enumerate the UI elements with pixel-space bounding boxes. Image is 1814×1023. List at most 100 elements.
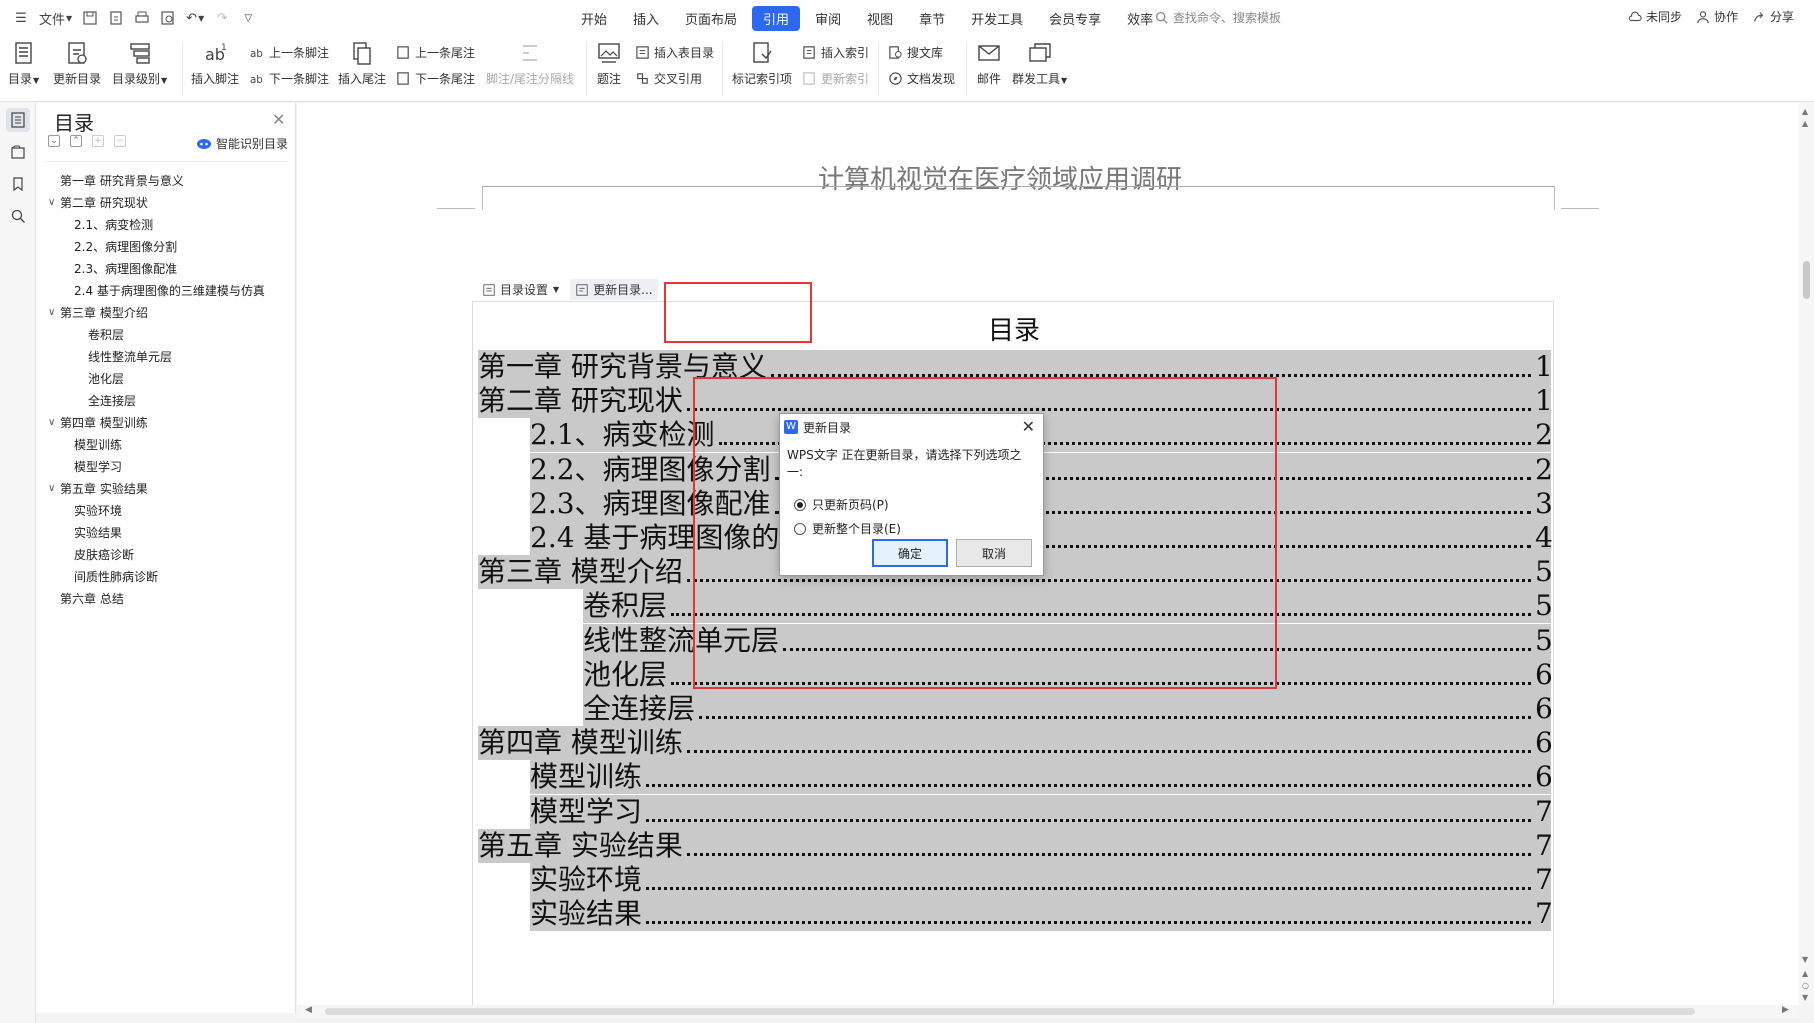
export-pdf-icon[interactable] <box>105 6 127 30</box>
toc-tree-item[interactable]: 皮肤癌诊断 <box>36 543 296 565</box>
chevron-down-icon[interactable]: ∨ <box>48 307 60 318</box>
separator-line-button[interactable]: 脚注/尾注分隔线 <box>486 36 574 87</box>
tab-0[interactable]: 开始 <box>570 6 618 31</box>
doc-discover-button[interactable]: 文档发现 <box>888 70 955 87</box>
tab-1[interactable]: 插入 <box>622 6 670 31</box>
toc-level-button[interactable]: 目录级别▼ <box>112 36 167 87</box>
toc-tree-item[interactable]: 2.4 基于病理图像的三维建模与仿真 <box>36 279 296 301</box>
print-preview-icon[interactable] <box>157 6 179 30</box>
tab-7[interactable]: 开发工具 <box>960 6 1034 31</box>
prev-endnote-button[interactable]: 上一条尾注 <box>396 44 475 61</box>
mark-index-button[interactable]: 标记索引项 <box>732 36 792 87</box>
toc-tree-item[interactable]: 模型训练 <box>36 433 296 455</box>
next-endnote-button[interactable]: 下一条尾注 <box>396 70 475 87</box>
undo-icon[interactable]: ↶ ▼ <box>183 6 207 30</box>
update-index-button[interactable]: 更新索引 <box>802 70 869 87</box>
mail-button[interactable]: 邮件 <box>976 36 1002 87</box>
tab-8[interactable]: 会员专享 <box>1038 6 1112 31</box>
toc-tree-item[interactable]: ∨ 第二章 研究现状 <box>36 191 296 213</box>
scroll-left-icon[interactable]: ◀ <box>305 1005 312 1015</box>
toc-tree-item[interactable]: ∨ 第五章 实验结果 <box>36 477 296 499</box>
toc-entry[interactable]: 实验结果 7 <box>478 897 1553 932</box>
cross-reference-button[interactable]: 交叉引用 <box>635 70 702 87</box>
command-search[interactable]: 查找命令、搜索模板 <box>1155 9 1281 26</box>
chevron-down-icon[interactable]: ∨ <box>48 417 60 428</box>
select-browse-icon[interactable]: ○ <box>1802 981 1809 990</box>
redo-icon[interactable]: ↷ <box>211 6 233 30</box>
insert-index-button[interactable]: 插入索引 <box>802 44 869 61</box>
vertical-scrollbar[interactable]: ▲ ▲ ▼ ▲ ○ ▼ <box>1799 103 1814 1005</box>
caption-button[interactable]: 题注 <box>596 36 622 87</box>
scroll-up-icon[interactable]: ▲ <box>1802 107 1808 116</box>
toc-tree-item[interactable]: 全连接层 <box>36 389 296 411</box>
prev-page-icon[interactable]: ▲ <box>1802 969 1808 978</box>
toc-tree-item[interactable]: 第六章 总结 <box>36 587 296 609</box>
toc-tree-item[interactable]: 2.2、病理图像分割 <box>36 235 296 257</box>
search-library-button[interactable]: 搜文库 <box>888 44 943 61</box>
chapter-nav-icon[interactable] <box>6 140 30 164</box>
scroll-down-icon[interactable]: ▼ <box>1802 955 1808 964</box>
toc-tree-item[interactable]: 2.3、病理图像配准 <box>36 257 296 279</box>
close-icon[interactable]: ✕ <box>272 110 285 129</box>
toc-tree-item[interactable]: 2.1、病变检测 <box>36 213 296 235</box>
toc-nav-icon[interactable] <box>6 108 30 132</box>
toc-tree-item[interactable]: 模型学习 <box>36 455 296 477</box>
remove-heading-icon[interactable]: − <box>114 135 126 147</box>
hamburger-menu-icon[interactable]: ☰ <box>10 6 32 30</box>
tab-3[interactable]: 引用 <box>752 5 801 31</box>
mass-tools-button[interactable]: 群发工具▼ <box>1012 36 1067 87</box>
collapse-all-icon[interactable]: ⌄ <box>48 135 60 147</box>
cancel-button[interactable]: 取消 <box>956 539 1032 567</box>
file-menu[interactable]: 文件 ▼ <box>36 6 75 30</box>
vertical-scroll-thumb[interactable] <box>1803 261 1810 299</box>
customize-toolbar-icon[interactable]: ▽ <box>237 6 259 30</box>
smart-toc-button[interactable]: 智能识别目录 <box>196 135 288 152</box>
insert-footnote-button[interactable]: ab 1 插入脚注 <box>191 36 239 87</box>
toc-entry[interactable]: 实验环境 7 <box>478 863 1553 897</box>
tab-5[interactable]: 视图 <box>856 6 904 31</box>
next-footnote-button[interactable]: ab 下一条脚注 <box>250 70 329 87</box>
toc-entry[interactable]: 模型学习 7 <box>478 794 1553 829</box>
radio-update-all[interactable]: 更新整个目录(E) <box>794 520 901 537</box>
chevron-down-icon[interactable]: ∨ <box>48 197 60 208</box>
insert-endnote-button[interactable]: 插入尾注 <box>338 36 386 87</box>
horizontal-scroll-thumb[interactable] <box>325 1008 1695 1015</box>
tab-2[interactable]: 页面布局 <box>674 6 748 31</box>
toc-entry[interactable]: 全连接层 6 <box>478 692 1553 726</box>
tab-4[interactable]: 审阅 <box>804 6 852 31</box>
toc-tree-item[interactable]: 线性整流单元层 <box>36 345 296 367</box>
expand-all-icon[interactable]: ⌃ <box>70 135 82 147</box>
toc-tree-item[interactable]: 第一章 研究背景与意义 <box>36 169 296 191</box>
radio-update-pages[interactable]: 只更新页码(P) <box>794 496 889 513</box>
add-heading-icon[interactable]: + <box>92 135 104 147</box>
toc-settings-button[interactable]: 目录设置 ▼ <box>477 279 564 300</box>
collab-button[interactable]: 协作 <box>1696 8 1738 25</box>
scroll-right-icon[interactable]: ▶ <box>1782 1005 1789 1015</box>
chevron-down-icon[interactable]: ∨ <box>48 483 60 494</box>
next-page-icon[interactable]: ▼ <box>1802 993 1808 1002</box>
toc-tree-item[interactable]: 间质性肺病诊断 <box>36 565 296 587</box>
prev-footnote-button[interactable]: ab 上一条脚注 <box>250 44 329 61</box>
toc-entry[interactable]: 第四章 模型训练 6 <box>478 726 1553 761</box>
sync-status[interactable]: 未同步 <box>1628 8 1682 25</box>
toc-entry[interactable]: 模型训练 6 <box>478 760 1553 795</box>
ok-button[interactable]: 确定 <box>872 539 948 567</box>
print-icon[interactable] <box>131 6 153 30</box>
insert-table-of-figures-button[interactable]: 插入表目录 <box>635 44 714 61</box>
save-icon[interactable] <box>79 6 101 30</box>
close-icon[interactable]: ✕ <box>1022 417 1035 436</box>
toc-tree-item[interactable]: ∨ 第三章 模型介绍 <box>36 301 296 323</box>
toc-tree-item[interactable]: 实验结果 <box>36 521 296 543</box>
bookmark-icon[interactable] <box>6 172 30 196</box>
update-toc-button[interactable]: 更新目录 <box>53 36 101 87</box>
toc-button[interactable]: 目录▼ <box>8 36 39 87</box>
update-toc-inline-button[interactable]: 更新目录... <box>570 279 658 300</box>
toc-entry[interactable]: 第五章 实验结果 7 <box>478 828 1553 863</box>
tab-6[interactable]: 章节 <box>908 6 956 31</box>
scroll-up-icon[interactable]: ▲ <box>1802 119 1808 128</box>
toc-tree-item[interactable]: 池化层 <box>36 367 296 389</box>
toc-tree-item[interactable]: 实验环境 <box>36 499 296 521</box>
toc-tree-item[interactable]: ∨ 第四章 模型训练 <box>36 411 296 433</box>
toc-tree-item[interactable]: 卷积层 <box>36 323 296 345</box>
share-button[interactable]: 分享 <box>1752 8 1794 25</box>
